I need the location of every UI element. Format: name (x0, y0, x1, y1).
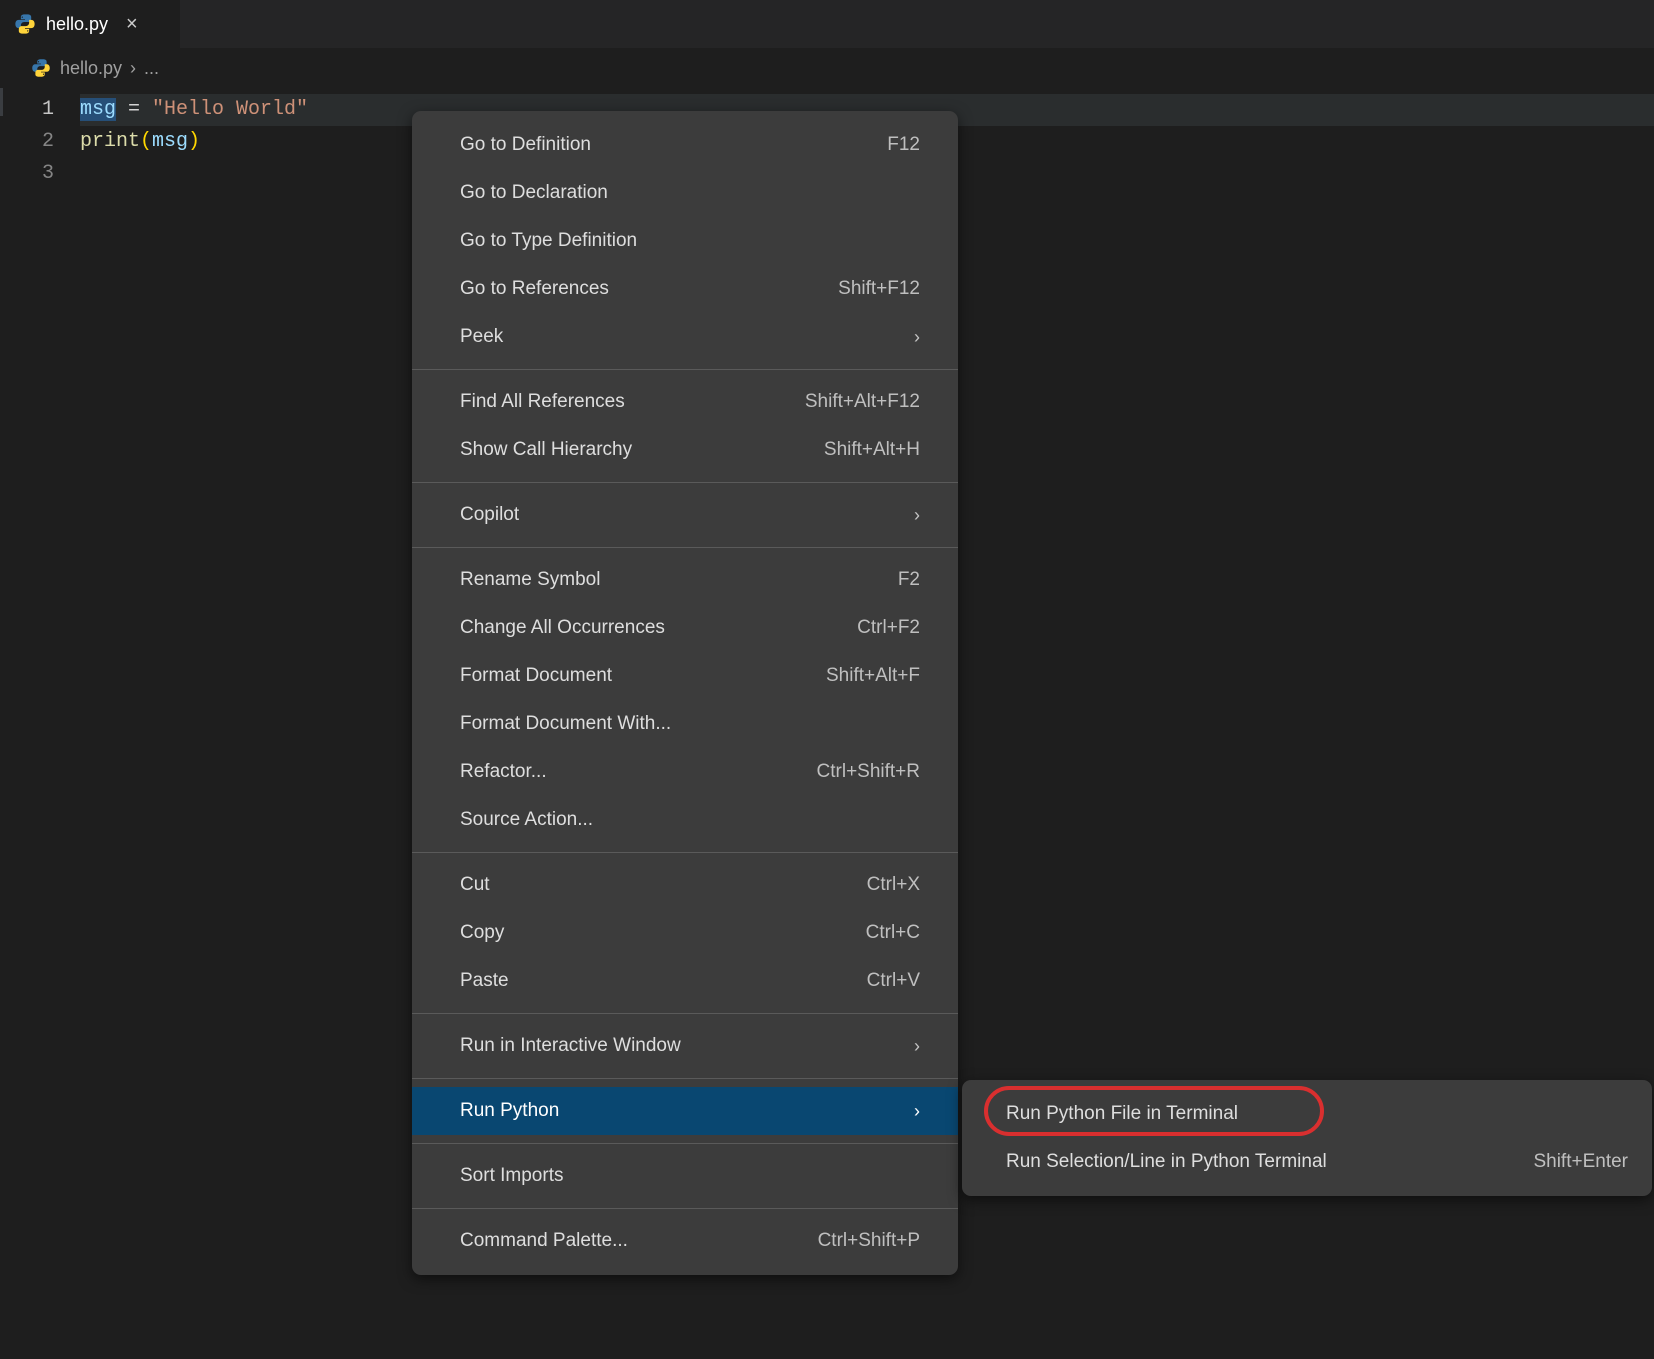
menu-item[interactable]: Rename Symbol F2 (412, 556, 958, 604)
menu-item[interactable]: Show Call Hierarchy Shift+Alt+H (412, 426, 958, 474)
menu-item-shortcut: Shift+Alt+F (826, 652, 920, 700)
menu-separator (412, 1143, 958, 1144)
menu-separator (412, 482, 958, 483)
menu-item-label: Go to Definition (460, 121, 591, 169)
menu-item[interactable]: Go to Definition F12 (412, 121, 958, 169)
menu-item-shortcut: Ctrl+X (867, 861, 920, 909)
menu-item-shortcut: Ctrl+Shift+P (818, 1217, 920, 1265)
line-number: 3 (0, 158, 54, 190)
breadcrumb-separator: › (130, 58, 136, 79)
menu-item-label: Copy (460, 909, 504, 957)
menu-item[interactable]: Sort Imports (412, 1152, 958, 1200)
menu-item-label: Paste (460, 957, 509, 1005)
menu-separator (412, 547, 958, 548)
menu-item[interactable]: Format Document Shift+Alt+F (412, 652, 958, 700)
menu-item-label: Run in Interactive Window (460, 1022, 681, 1070)
menu-item-shortcut: Shift+Alt+F12 (805, 378, 920, 426)
menu-item-label: Format Document With... (460, 700, 671, 748)
token-variable: msg (152, 130, 188, 153)
token-function: print (80, 130, 140, 153)
chevron-right-icon: › (914, 313, 920, 361)
menu-item-label: Find All References (460, 378, 625, 426)
menu-item[interactable]: Command Palette... Ctrl+Shift+P (412, 1217, 958, 1265)
line-number: 2 (0, 126, 54, 158)
menu-item[interactable]: Go to Declaration (412, 169, 958, 217)
menu-item-shortcut: Ctrl+V (867, 957, 920, 1005)
menu-item-shortcut: Ctrl+F2 (857, 604, 920, 652)
menu-item[interactable]: Peek › (412, 313, 958, 361)
menu-item[interactable]: Change All Occurrences Ctrl+F2 (412, 604, 958, 652)
gutter-indicator (0, 88, 3, 116)
menu-item[interactable]: Cut Ctrl+X (412, 861, 958, 909)
menu-item[interactable]: Refactor... Ctrl+Shift+R (412, 748, 958, 796)
submenu-item-label: Run Python File in Terminal (1006, 1090, 1238, 1138)
menu-item-shortcut: Shift+Alt+H (824, 426, 920, 474)
submenu-item[interactable]: Run Python File in Terminal (962, 1090, 1652, 1138)
token-string: "Hello World" (152, 98, 308, 121)
menu-item[interactable]: Run in Interactive Window › (412, 1022, 958, 1070)
submenu-item-label: Run Selection/Line in Python Terminal (1006, 1138, 1327, 1186)
tab-filename: hello.py (46, 14, 108, 35)
menu-item-shortcut: Ctrl+Shift+R (817, 748, 920, 796)
menu-item[interactable]: Go to References Shift+F12 (412, 265, 958, 313)
menu-item[interactable]: Find All References Shift+Alt+F12 (412, 378, 958, 426)
menu-item-label: Source Action... (460, 796, 593, 844)
chevron-right-icon: › (914, 1087, 920, 1135)
menu-item-label: Format Document (460, 652, 612, 700)
menu-item-label: Command Palette... (460, 1217, 628, 1265)
context-submenu[interactable]: Run Python File in TerminalRun Selection… (962, 1080, 1652, 1196)
python-icon (30, 57, 52, 79)
token-operator: = (116, 98, 152, 121)
breadcrumb-more: ... (144, 58, 159, 79)
breadcrumb-filename: hello.py (60, 58, 122, 79)
menu-item-label: Run Python (460, 1087, 559, 1135)
menu-separator (412, 852, 958, 853)
editor-tab[interactable]: hello.py × (0, 0, 180, 48)
python-icon (14, 13, 36, 35)
menu-item[interactable]: Format Document With... (412, 700, 958, 748)
menu-separator (412, 369, 958, 370)
menu-item-label: Peek (460, 313, 503, 361)
submenu-item[interactable]: Run Selection/Line in Python Terminal Shi… (962, 1138, 1652, 1186)
token-paren: ( (140, 130, 152, 153)
menu-item[interactable]: Paste Ctrl+V (412, 957, 958, 1005)
line-number-gutter: 1 2 3 (0, 94, 80, 190)
menu-item-label: Go to Type Definition (460, 217, 637, 265)
tab-bar: hello.py × (0, 0, 1654, 48)
menu-item[interactable]: Source Action... (412, 796, 958, 844)
menu-item-shortcut: F2 (898, 556, 920, 604)
token-paren: ) (188, 130, 200, 153)
submenu-item-shortcut: Shift+Enter (1533, 1138, 1628, 1186)
menu-item-label: Sort Imports (460, 1152, 563, 1200)
menu-item-shortcut: Ctrl+C (866, 909, 920, 957)
menu-item-label: Change All Occurrences (460, 604, 665, 652)
menu-item-label: Go to Declaration (460, 169, 608, 217)
menu-item[interactable]: Copy Ctrl+C (412, 909, 958, 957)
menu-item-shortcut: F12 (887, 121, 920, 169)
menu-item-label: Cut (460, 861, 490, 909)
context-menu[interactable]: Go to DefinitionF12Go to DeclarationGo t… (412, 111, 958, 1275)
close-icon[interactable]: × (126, 14, 138, 34)
menu-item[interactable]: Go to Type Definition (412, 217, 958, 265)
breadcrumb[interactable]: hello.py › ... (0, 48, 1654, 88)
menu-separator (412, 1013, 958, 1014)
menu-item-shortcut: Shift+F12 (838, 265, 920, 313)
chevron-right-icon: › (914, 1022, 920, 1070)
menu-separator (412, 1078, 958, 1079)
menu-separator (412, 1208, 958, 1209)
line-number: 1 (0, 94, 54, 126)
menu-item-label: Rename Symbol (460, 556, 600, 604)
token-variable: msg (80, 98, 116, 121)
menu-item[interactable]: Copilot › (412, 491, 958, 539)
menu-item-label: Refactor... (460, 748, 547, 796)
menu-item-label: Go to References (460, 265, 609, 313)
menu-item-label: Show Call Hierarchy (460, 426, 632, 474)
menu-item[interactable]: Run Python › (412, 1087, 958, 1135)
menu-item-label: Copilot (460, 491, 519, 539)
chevron-right-icon: › (914, 491, 920, 539)
